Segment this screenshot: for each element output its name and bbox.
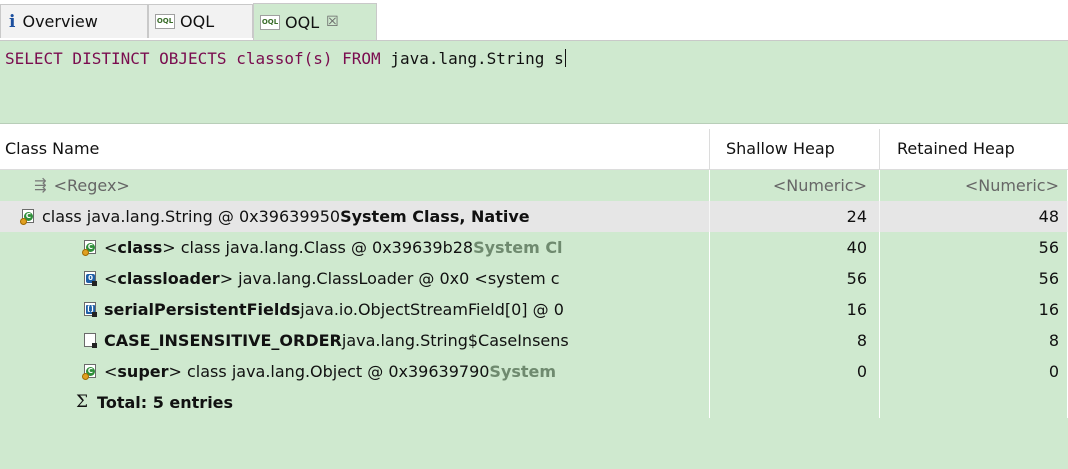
row-prefix: <: [104, 269, 118, 288]
shallow-heap-cell: 8: [710, 325, 880, 356]
row-text: > java.lang.ClassLoader @ 0x0 <system c: [219, 269, 560, 288]
table-header: Class Name Shallow Heap Retained Heap: [0, 129, 1068, 170]
shallow-heap-cell: 56: [710, 263, 880, 294]
tab-label: OQL: [180, 12, 215, 31]
regex-filter-placeholder: <Regex>: [53, 176, 130, 195]
oql-icon: OQL: [155, 14, 175, 29]
oql-icon: OQL: [260, 14, 280, 30]
column-header-shallow-heap[interactable]: Shallow Heap: [710, 129, 880, 169]
name-filter-cell[interactable]: ⇶ <Regex>: [0, 170, 710, 201]
array-icon: []: [82, 301, 98, 318]
shallow-heap-cell: 16: [710, 294, 880, 325]
class-object-icon: C: [82, 363, 98, 380]
class-name-cell: C class java.lang.String @ 0x39639950 Sy…: [0, 201, 710, 232]
filter-arrows-icon: ⇶: [34, 176, 47, 194]
instance-icon: [82, 332, 98, 349]
row-field-name: classloader: [117, 269, 220, 288]
total-cell: Σ Total: 5 entries: [0, 387, 710, 418]
row-field-name: serialPersistentFields: [104, 300, 301, 319]
shallow-heap-cell: 40: [710, 232, 880, 263]
retained-filter-cell[interactable]: <Numeric>: [880, 170, 1068, 201]
row-text: java.lang.String$CaseInsens: [341, 331, 569, 350]
class-object-icon: C: [20, 208, 36, 225]
retained-heap-cell: [880, 387, 1068, 418]
total-label: Total: 5 entries: [97, 393, 234, 412]
tab-oql-1[interactable]: OQL OQL: [148, 4, 253, 38]
query-keywords: SELECT DISTINCT OBJECTS classof(s) FROM: [5, 49, 391, 68]
class-name-cell: C < super > class java.lang.Object @ 0x396…: [0, 356, 710, 387]
table-row[interactable]: C < class > class java.lang.Class @ 0x3963…: [0, 232, 1068, 263]
retained-heap-cell: 56: [880, 263, 1068, 294]
class-name-cell: [] serialPersistentFields java.io.Object…: [0, 294, 710, 325]
oql-query-text: SELECT DISTINCT OBJECTS classof(s) FROM …: [5, 49, 566, 68]
row-field-name: class: [117, 238, 163, 257]
row-text: class java.lang.String @ 0x39639950: [42, 207, 341, 226]
row-field-name: CASE_INSENSITIVE_ORDER: [104, 331, 342, 350]
info-icon: i: [9, 11, 16, 32]
column-header-class-name[interactable]: Class Name: [0, 129, 710, 169]
tab-label: Overview: [22, 12, 98, 31]
row-text: > class java.lang.Class @ 0x39639b28: [162, 238, 474, 257]
object-icon: 0: [82, 270, 98, 287]
query-identifier: java.lang.String s: [390, 49, 564, 68]
filter-row: ⇶ <Regex> <Numeric> <Numeric>: [0, 170, 1068, 201]
retained-heap-cell: 8: [880, 325, 1068, 356]
class-name-cell: C < class > class java.lang.Class @ 0x3963…: [0, 232, 710, 263]
row-tail: System: [489, 362, 557, 381]
row-prefix: <: [104, 362, 118, 381]
shallow-heap-cell: [710, 387, 880, 418]
row-tail: System Class, Native: [340, 207, 530, 226]
table-row[interactable]: C class java.lang.String @ 0x39639950 Sy…: [0, 201, 1068, 232]
text-caret: [564, 49, 566, 67]
sigma-icon: Σ: [76, 392, 89, 412]
row-tail: System Cl: [473, 238, 563, 257]
row-prefix: <: [104, 238, 118, 257]
class-name-cell: CASE_INSENSITIVE_ORDER java.lang.String$…: [0, 325, 710, 356]
total-row: Σ Total: 5 entries: [0, 387, 1068, 418]
row-text: java.io.ObjectStreamField[0] @ 0: [300, 300, 564, 319]
row-field-name: super: [117, 362, 169, 381]
table-row[interactable]: [] serialPersistentFields java.io.Object…: [0, 294, 1068, 325]
table-row[interactable]: C < super > class java.lang.Object @ 0x396…: [0, 356, 1068, 387]
shallow-heap-cell: 0: [710, 356, 880, 387]
table-row[interactable]: CASE_INSENSITIVE_ORDER java.lang.String$…: [0, 325, 1068, 356]
tab-label: OQL: [285, 12, 320, 32]
close-tab-icon[interactable]: ☒: [326, 14, 339, 30]
table-row[interactable]: 0 < classloader > java.lang.ClassLoader @ …: [0, 263, 1068, 294]
retained-heap-cell: 0: [880, 356, 1068, 387]
row-text: > class java.lang.Object @ 0x39639790: [168, 362, 490, 381]
retained-heap-cell: 56: [880, 232, 1068, 263]
class-name-cell: 0 < classloader > java.lang.ClassLoader @ …: [0, 263, 710, 294]
shallow-heap-cell: 24: [710, 201, 880, 232]
retained-heap-cell: 48: [880, 201, 1068, 232]
retained-heap-cell: 16: [880, 294, 1068, 325]
class-object-icon: C: [82, 239, 98, 256]
tab-oql-2[interactable]: OQL OQL ☒: [253, 3, 377, 40]
shallow-filter-cell[interactable]: <Numeric>: [710, 170, 880, 201]
oql-query-editor[interactable]: SELECT DISTINCT OBJECTS classof(s) FROM …: [0, 41, 1068, 124]
editor-tab-bar: i Overview OQL OQL OQL OQL ☒: [0, 0, 1068, 41]
tab-overview[interactable]: i Overview: [0, 4, 148, 38]
column-header-retained-heap[interactable]: Retained Heap: [880, 129, 1068, 169]
